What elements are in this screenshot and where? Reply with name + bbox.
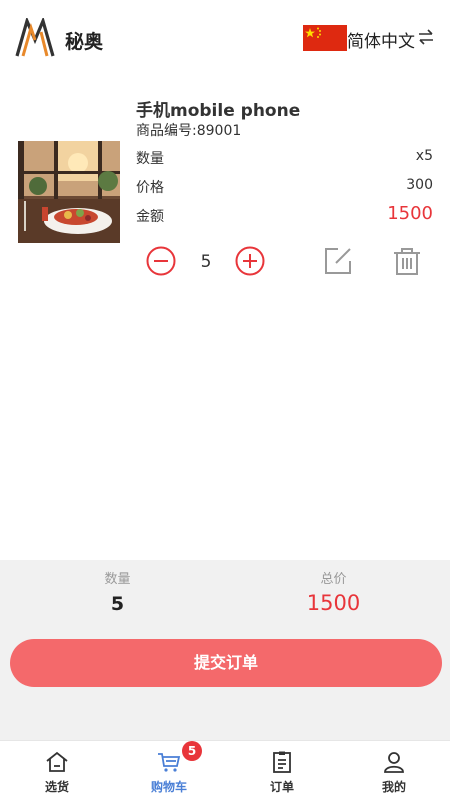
- nav-item-shop[interactable]: 选货: [1, 741, 113, 800]
- nav-label-orders: 订单: [269, 780, 294, 794]
- summary-total: 总价 1500: [221, 568, 446, 615]
- nav-label-cart: 购物车: [150, 780, 187, 794]
- quantity-label: 数量: [136, 151, 164, 167]
- quantity-stepper-value[interactable]: 5: [193, 252, 219, 272]
- swap-icon[interactable]: [417, 28, 435, 46]
- bottom-nav: 选货 5 购物车 订单 我的: [0, 740, 450, 800]
- increase-quantity-button[interactable]: [234, 245, 266, 277]
- cart-count-badge: 5: [182, 741, 202, 761]
- product-photo: [18, 141, 120, 243]
- nav-label-profile: 我的: [381, 780, 406, 794]
- home-icon: [46, 751, 68, 772]
- order-summary: 数量 5 总价 1500 提交订单: [0, 560, 450, 740]
- app-logo: [15, 18, 55, 57]
- price-value: 300: [406, 177, 433, 193]
- trash-icon[interactable]: [391, 245, 423, 277]
- decrease-quantity-button[interactable]: [145, 245, 177, 277]
- product-sku: 商品编号:89001: [136, 123, 242, 139]
- order-icon: [273, 751, 291, 773]
- app-name: 秘奥: [65, 31, 104, 53]
- summary-quantity-label: 数量: [104, 572, 131, 587]
- edit-icon[interactable]: [322, 245, 354, 277]
- price-label: 价格: [136, 180, 164, 196]
- summary-total-label: 总价: [320, 572, 347, 587]
- china-flag-icon[interactable]: [303, 25, 347, 51]
- language-selector[interactable]: 简体中文: [347, 27, 415, 52]
- nav-item-profile[interactable]: 我的: [338, 741, 450, 800]
- user-icon: [384, 752, 404, 773]
- submit-order-button[interactable]: 提交订单: [10, 639, 442, 687]
- amount-label: 金额: [136, 209, 164, 225]
- summary-total-value: 1500: [306, 591, 361, 615]
- header: 秘奥 简体中文: [0, 0, 450, 76]
- summary-quantity-value: 5: [110, 593, 125, 615]
- product-image[interactable]: [18, 141, 120, 243]
- nav-item-orders[interactable]: 订单: [226, 741, 338, 800]
- amount-value: 1500: [387, 203, 433, 224]
- quantity-value: x5: [415, 148, 433, 164]
- product-title: 手机mobile phone: [136, 101, 301, 121]
- nav-label-shop: 选货: [44, 780, 69, 794]
- nav-item-cart[interactable]: 5 购物车: [113, 741, 225, 800]
- cart-icon: [158, 753, 181, 772]
- summary-quantity: 数量 5: [5, 568, 230, 615]
